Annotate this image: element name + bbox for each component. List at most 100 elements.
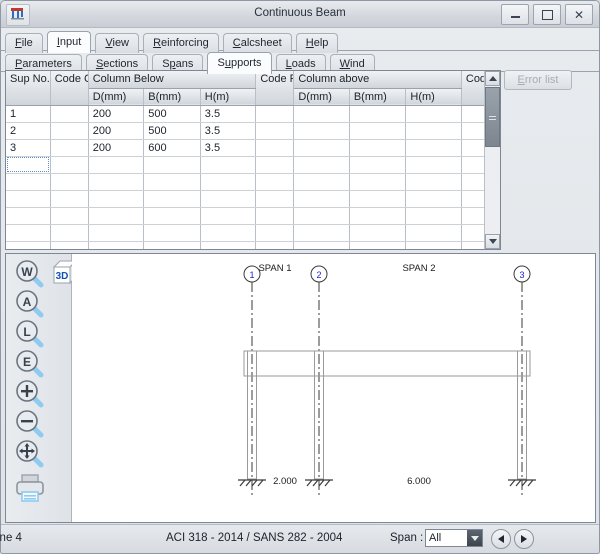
table-row[interactable]: 3 200 600 3.5: [6, 139, 500, 157]
col-header-sup-no[interactable]: Sup No.: [6, 71, 51, 106]
cell-below-b[interactable]: [143, 173, 201, 191]
zoom-last-tool[interactable]: L: [13, 319, 49, 349]
cell-below-b[interactable]: [143, 207, 201, 225]
zoom-in-tool[interactable]: [13, 379, 49, 409]
next-span-button[interactable]: [514, 529, 534, 549]
cell-above-h[interactable]: [405, 156, 462, 174]
col-header-above-d[interactable]: D(mm): [293, 88, 350, 106]
cell-below-h[interactable]: [200, 156, 257, 174]
span-selector[interactable]: All: [425, 529, 483, 547]
tab-file[interactable]: File: [5, 33, 43, 53]
tab-supports[interactable]: Supports: [207, 52, 272, 74]
cell-above-b[interactable]: [349, 122, 407, 140]
print-tool[interactable]: [13, 472, 49, 506]
cell-below-h[interactable]: [200, 224, 257, 242]
cell-code-cf[interactable]: [50, 241, 89, 249]
tab-reinforcing[interactable]: Reinforcing: [143, 33, 219, 53]
table-row[interactable]: [6, 224, 500, 242]
cell-sup-no[interactable]: [6, 224, 51, 242]
cell-above-b[interactable]: [349, 224, 407, 242]
cell-code-cf[interactable]: [50, 190, 89, 208]
tab-help[interactable]: Help: [295, 33, 339, 53]
zoom-out-tool[interactable]: [13, 409, 49, 439]
cell-code-cf[interactable]: [50, 224, 89, 242]
cell-above-b[interactable]: [349, 156, 407, 174]
table-row[interactable]: [6, 207, 500, 225]
table-row[interactable]: 1 200 500 3.5: [6, 105, 500, 123]
cell-below-h[interactable]: 3.5: [200, 105, 257, 123]
cell-sup-no[interactable]: [6, 241, 51, 249]
cell-code-cf[interactable]: [50, 207, 89, 225]
cell-above-h[interactable]: [405, 105, 462, 123]
cell-below-d[interactable]: [88, 207, 145, 225]
cell-above-b[interactable]: [349, 241, 407, 249]
table-row[interactable]: [6, 241, 500, 249]
cell-code-fp-below[interactable]: [255, 139, 295, 157]
cell-sup-no[interactable]: 3: [6, 139, 51, 157]
cell-sup-no[interactable]: [6, 207, 51, 225]
col-header-below-d[interactable]: D(mm): [88, 88, 145, 106]
cell-code-cf[interactable]: [50, 105, 89, 123]
supports-table[interactable]: Sup No. Code C,F Column Below Code F,P C…: [5, 70, 501, 250]
cell-below-h[interactable]: 3.5: [200, 139, 257, 157]
cell-above-h[interactable]: [405, 122, 462, 140]
cell-above-d[interactable]: [293, 224, 350, 242]
cell-code-cf[interactable]: [50, 139, 89, 157]
close-button[interactable]: ✕: [565, 4, 593, 25]
beam-diagram-canvas[interactable]: 1 2 3 SPAN 1 SPAN 2 2.000 6.000: [72, 254, 595, 522]
cell-code-fp-below[interactable]: [255, 241, 295, 249]
cell-above-h[interactable]: [405, 173, 462, 191]
cell-above-b[interactable]: [349, 173, 407, 191]
table-row-editing[interactable]: [6, 156, 500, 174]
cell-above-d[interactable]: [293, 122, 350, 140]
cell-below-b[interactable]: 500: [143, 105, 201, 123]
tab-view[interactable]: View: [95, 33, 140, 53]
cell-above-b[interactable]: [349, 190, 407, 208]
cell-above-h[interactable]: [405, 207, 462, 225]
cell-code-fp-below[interactable]: [255, 207, 295, 225]
table-row[interactable]: [6, 173, 500, 191]
cell-below-d[interactable]: 200: [88, 139, 145, 157]
cell-below-d[interactable]: [88, 156, 145, 174]
col-header-below-h[interactable]: H(m): [200, 88, 257, 106]
cell-below-h[interactable]: [200, 207, 257, 225]
tab-calcsheet[interactable]: Calcsheet: [222, 33, 292, 53]
cell-code-fp-below[interactable]: [255, 224, 295, 242]
cell-below-b[interactable]: 600: [143, 139, 201, 157]
tab-input[interactable]: Input: [46, 31, 92, 53]
cell-below-h[interactable]: 3.5: [200, 122, 257, 140]
prev-span-button[interactable]: [491, 529, 511, 549]
cell-code-fp-below[interactable]: [255, 190, 295, 208]
cell-code-cf[interactable]: [50, 122, 89, 140]
col-header-below-b[interactable]: B(mm): [143, 88, 201, 106]
cell-above-d[interactable]: [293, 156, 350, 174]
scroll-down-button[interactable]: [485, 234, 500, 249]
cell-code-fp-below[interactable]: [255, 173, 295, 191]
col-header-code-cf[interactable]: Code C,F: [50, 71, 89, 106]
scroll-up-button[interactable]: [485, 71, 500, 86]
cell-above-b[interactable]: [349, 105, 407, 123]
cell-below-d[interactable]: [88, 224, 145, 242]
cell-below-b[interactable]: [143, 190, 201, 208]
col-header-column-above[interactable]: Column above: [293, 71, 462, 89]
cell-above-d[interactable]: [293, 190, 350, 208]
minimize-button[interactable]: [501, 4, 529, 25]
cell-above-b[interactable]: [349, 139, 407, 157]
cell-above-h[interactable]: [405, 241, 462, 249]
maximize-button[interactable]: [533, 4, 561, 25]
cell-above-h[interactable]: [405, 190, 462, 208]
col-header-above-b[interactable]: B(mm): [349, 88, 407, 106]
cell-below-b[interactable]: [143, 241, 201, 249]
cell-below-d[interactable]: 200: [88, 122, 145, 140]
cell-below-h[interactable]: [200, 190, 257, 208]
col-header-code-fp-below[interactable]: Code F,P: [255, 71, 295, 106]
cell-above-d[interactable]: [293, 241, 350, 249]
zoom-extents-tool[interactable]: E: [13, 349, 49, 379]
table-vertical-scrollbar[interactable]: [484, 71, 500, 249]
cell-above-h[interactable]: [405, 139, 462, 157]
table-row[interactable]: 2 200 500 3.5: [6, 122, 500, 140]
cell-below-d[interactable]: [88, 241, 145, 249]
cell-code-fp-below[interactable]: [255, 105, 295, 123]
cell-above-d[interactable]: [293, 105, 350, 123]
cell-code-fp-below[interactable]: [255, 156, 295, 174]
